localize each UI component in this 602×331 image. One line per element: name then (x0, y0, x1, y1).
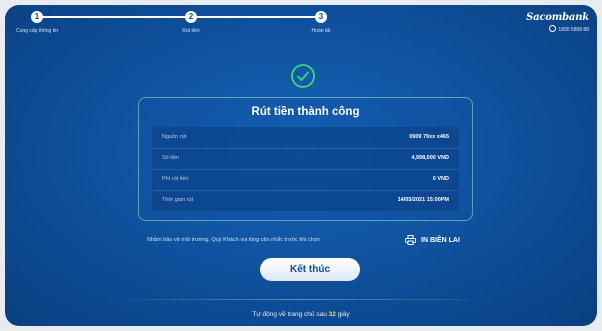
detail-value: 0909 79xx x465 (409, 134, 449, 140)
result-card: Rút tiền thành công Nguồn rút 0909 79xx … (138, 97, 473, 221)
detail-row-time: Thời gian rút 14/05/2021 15:00PM (152, 190, 459, 211)
footer-divider (105, 299, 497, 300)
print-receipt-label: IN BIÊN LAI (421, 236, 460, 244)
progress-stepper: 1 Cung cấp thông tin 2 Rút tiền 3 Hoàn t… (5, 5, 597, 45)
countdown-seconds: 32 (328, 311, 336, 318)
environment-note: Nhằm bảo vệ môi trường, Quý Khách vui lò… (147, 237, 320, 243)
detail-value: 0 VND (432, 176, 449, 182)
detail-value: 4,998,000 VND (411, 155, 449, 161)
hotline: 1800 5858 88 (526, 25, 589, 33)
step-1-indicator: 1 (31, 11, 43, 23)
detail-value: 14/05/2021 15:00PM (397, 197, 449, 203)
countdown-suffix: giây (337, 311, 350, 318)
printer-icon (405, 235, 416, 245)
auto-return-countdown: Tự động về trang chủ sau 32 giây (5, 311, 597, 318)
step-2-label: Rút tiền (182, 28, 200, 34)
countdown-prefix: Tự động về trang chủ sau (252, 311, 327, 318)
detail-row-fee: Phí rút tiền 0 VND (152, 169, 459, 191)
stepper-line-current (191, 16, 321, 18)
detail-label: Nguồn rút (162, 134, 187, 140)
detail-label: Phí rút tiền (162, 176, 189, 182)
transaction-details: Nguồn rút 0909 79xx x465 Số tiền 4,998,0… (152, 127, 459, 211)
print-receipt-button[interactable]: IN BIÊN LAI (405, 233, 460, 247)
step-3-label: Hoàn tất (311, 28, 331, 34)
phone-icon (549, 25, 557, 32)
step-3-indicator: 3 (315, 11, 327, 23)
finish-button[interactable]: Kết thúc (260, 258, 360, 281)
detail-row-amount: Số tiền 4,998,000 VND (152, 148, 459, 170)
detail-label: Số tiền (162, 155, 180, 161)
brand-block: Sacombank 1800 5858 88 (526, 12, 589, 33)
step-1-label: Cung cấp thông tin (16, 28, 58, 34)
atm-screen: 1 Cung cấp thông tin 2 Rút tiền 3 Hoàn t… (5, 5, 597, 326)
check-circle-icon (291, 64, 315, 88)
detail-row-source: Nguồn rút 0909 79xx x465 (152, 127, 459, 149)
hotline-number: 1800 5858 88 (558, 27, 589, 33)
step-2-indicator: 2 (185, 11, 197, 23)
brand-logo: Sacombank (526, 12, 589, 23)
detail-label: Thời gian rút (162, 197, 194, 203)
card-title: Rút tiền thành công (251, 106, 360, 118)
